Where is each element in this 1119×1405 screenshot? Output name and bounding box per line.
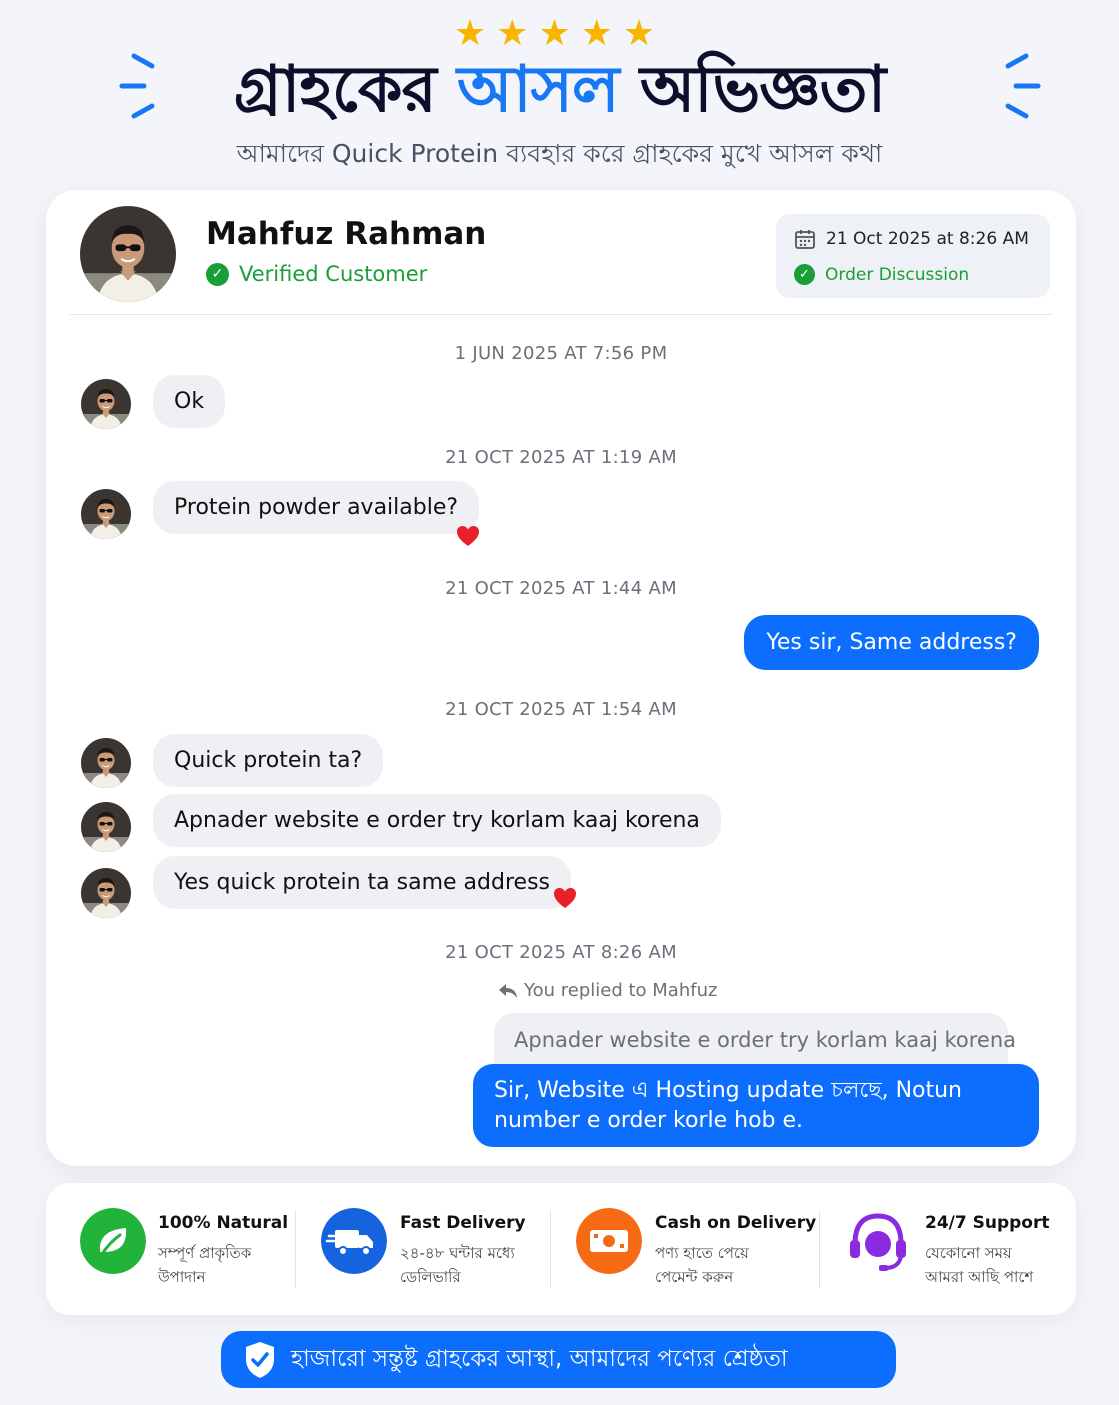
customer-avatar bbox=[80, 206, 176, 302]
page-title: গ্রাহকের আসল অভিজ্ঞতা bbox=[0, 52, 1119, 128]
feature-description: সম্পূর্ণ প্রাকৃতিক উপাদান bbox=[158, 1241, 288, 1289]
order-date: 21 Oct 2025 at 8:26 AM bbox=[794, 228, 1029, 250]
message-outgoing-reply: Sir, Website এ Hosting update চলছে, Notu… bbox=[473, 1064, 1039, 1147]
headset-icon bbox=[850, 1213, 906, 1271]
calendar-icon bbox=[795, 230, 815, 249]
reply-arrow-icon bbox=[499, 983, 517, 998]
message-incoming: Apnader website e order try korlam kaaj … bbox=[153, 794, 721, 847]
reply-indicator: You replied to Mahfuz bbox=[498, 980, 717, 1001]
check-circle-icon: ✓ bbox=[794, 264, 815, 285]
feature-line: ডেলিভারি bbox=[400, 1268, 461, 1286]
quoted-message: Apnader website e order try korlam kaaj … bbox=[494, 1013, 1016, 1069]
customer-avatar bbox=[81, 738, 131, 788]
feature-divider bbox=[295, 1210, 296, 1288]
trust-banner-text: হাজারো সন্তুষ্ট গ্রাহকের আস্থা, আমাদের প… bbox=[291, 1346, 788, 1372]
order-meta-box: 21 Oct 2025 at 8:26 AM ✓ Order Discussio… bbox=[776, 214, 1050, 298]
title-accent: আসল bbox=[456, 53, 620, 127]
timestamp: 21 OCT 2025 AT 1:44 AM bbox=[445, 578, 677, 599]
message-outgoing: Yes sir, Same address? bbox=[744, 615, 1039, 670]
truck-icon bbox=[321, 1208, 387, 1274]
heart-reaction-icon bbox=[553, 887, 577, 909]
customer-avatar bbox=[81, 868, 131, 918]
order-status: ✓ Order Discussion bbox=[794, 264, 969, 285]
message-incoming: Quick protein ta? bbox=[153, 734, 384, 787]
feature-description: যেকোনো সময় আমরা আছি পাশে bbox=[925, 1241, 1055, 1289]
cash-icon bbox=[576, 1208, 642, 1274]
feature-line: পেমেন্ট করুন bbox=[655, 1268, 734, 1286]
verified-label: Verified Customer bbox=[239, 262, 428, 286]
timestamp: 1 JUN 2025 AT 7:56 PM bbox=[454, 343, 668, 364]
rating-stars: ★★★★★ bbox=[453, 13, 666, 54]
timestamp: 21 OCT 2025 AT 8:26 AM bbox=[445, 942, 677, 963]
header-divider bbox=[70, 314, 1052, 315]
feature-divider bbox=[550, 1210, 551, 1288]
verified-badge: ✓ Verified Customer bbox=[206, 262, 427, 286]
title-part-1: গ্রাহকের bbox=[233, 53, 437, 127]
feature-title: Fast Delivery bbox=[400, 1213, 526, 1233]
feature-title: 24/7 Support bbox=[925, 1213, 1050, 1233]
feature-description: ২৪-৪৮ ঘন্টার মধ্যে ডেলিভারি bbox=[400, 1241, 530, 1289]
feature-line: আমরা আছি পাশে bbox=[925, 1268, 1034, 1286]
order-date-text: 21 Oct 2025 at 8:26 AM bbox=[826, 229, 1029, 249]
feature-divider bbox=[819, 1210, 820, 1288]
feature-line: পণ্য হাতে পেয়ে bbox=[655, 1244, 749, 1262]
leaf-icon bbox=[80, 1208, 146, 1274]
feature-line: উপাদান bbox=[158, 1268, 206, 1286]
heart-reaction-icon bbox=[456, 525, 480, 547]
feature-line: যেকোনো সময় bbox=[925, 1244, 1012, 1262]
message-incoming: Yes quick protein ta same address bbox=[153, 856, 571, 909]
feature-title: 100% Natural bbox=[158, 1213, 289, 1233]
reply-indicator-text: You replied to Mahfuz bbox=[524, 980, 718, 1001]
message-incoming: Ok bbox=[153, 375, 226, 428]
order-status-text: Order Discussion bbox=[825, 264, 970, 285]
feature-description: পণ্য হাতে পেয়ে পেমেন্ট করুন bbox=[655, 1241, 785, 1289]
timestamp: 21 OCT 2025 AT 1:54 AM bbox=[445, 699, 677, 720]
timestamp: 21 OCT 2025 AT 1:19 AM bbox=[445, 447, 677, 468]
trust-banner: হাজারো সন্তুষ্ট গ্রাহকের আস্থা, আমাদের প… bbox=[221, 1331, 896, 1388]
feature-line: সম্পূর্ণ প্রাকৃতিক bbox=[158, 1244, 252, 1262]
customer-name: Mahfuz Rahman bbox=[206, 216, 487, 252]
shield-check-icon bbox=[246, 1342, 274, 1378]
title-part-2: অভিজ্ঞতা bbox=[639, 53, 886, 127]
customer-avatar bbox=[81, 489, 131, 539]
feature-title: Cash on Delivery bbox=[655, 1213, 817, 1233]
check-circle-icon: ✓ bbox=[206, 262, 229, 286]
customer-avatar bbox=[81, 379, 131, 429]
page-subtitle: আমাদের Quick Protein ব্যবহার করে গ্রাহকে… bbox=[236, 139, 883, 168]
customer-avatar bbox=[81, 802, 131, 852]
message-incoming: Protein powder available? bbox=[153, 481, 480, 534]
feature-line: ২৪-৪৮ ঘন্টার মধ্যে bbox=[400, 1244, 515, 1262]
